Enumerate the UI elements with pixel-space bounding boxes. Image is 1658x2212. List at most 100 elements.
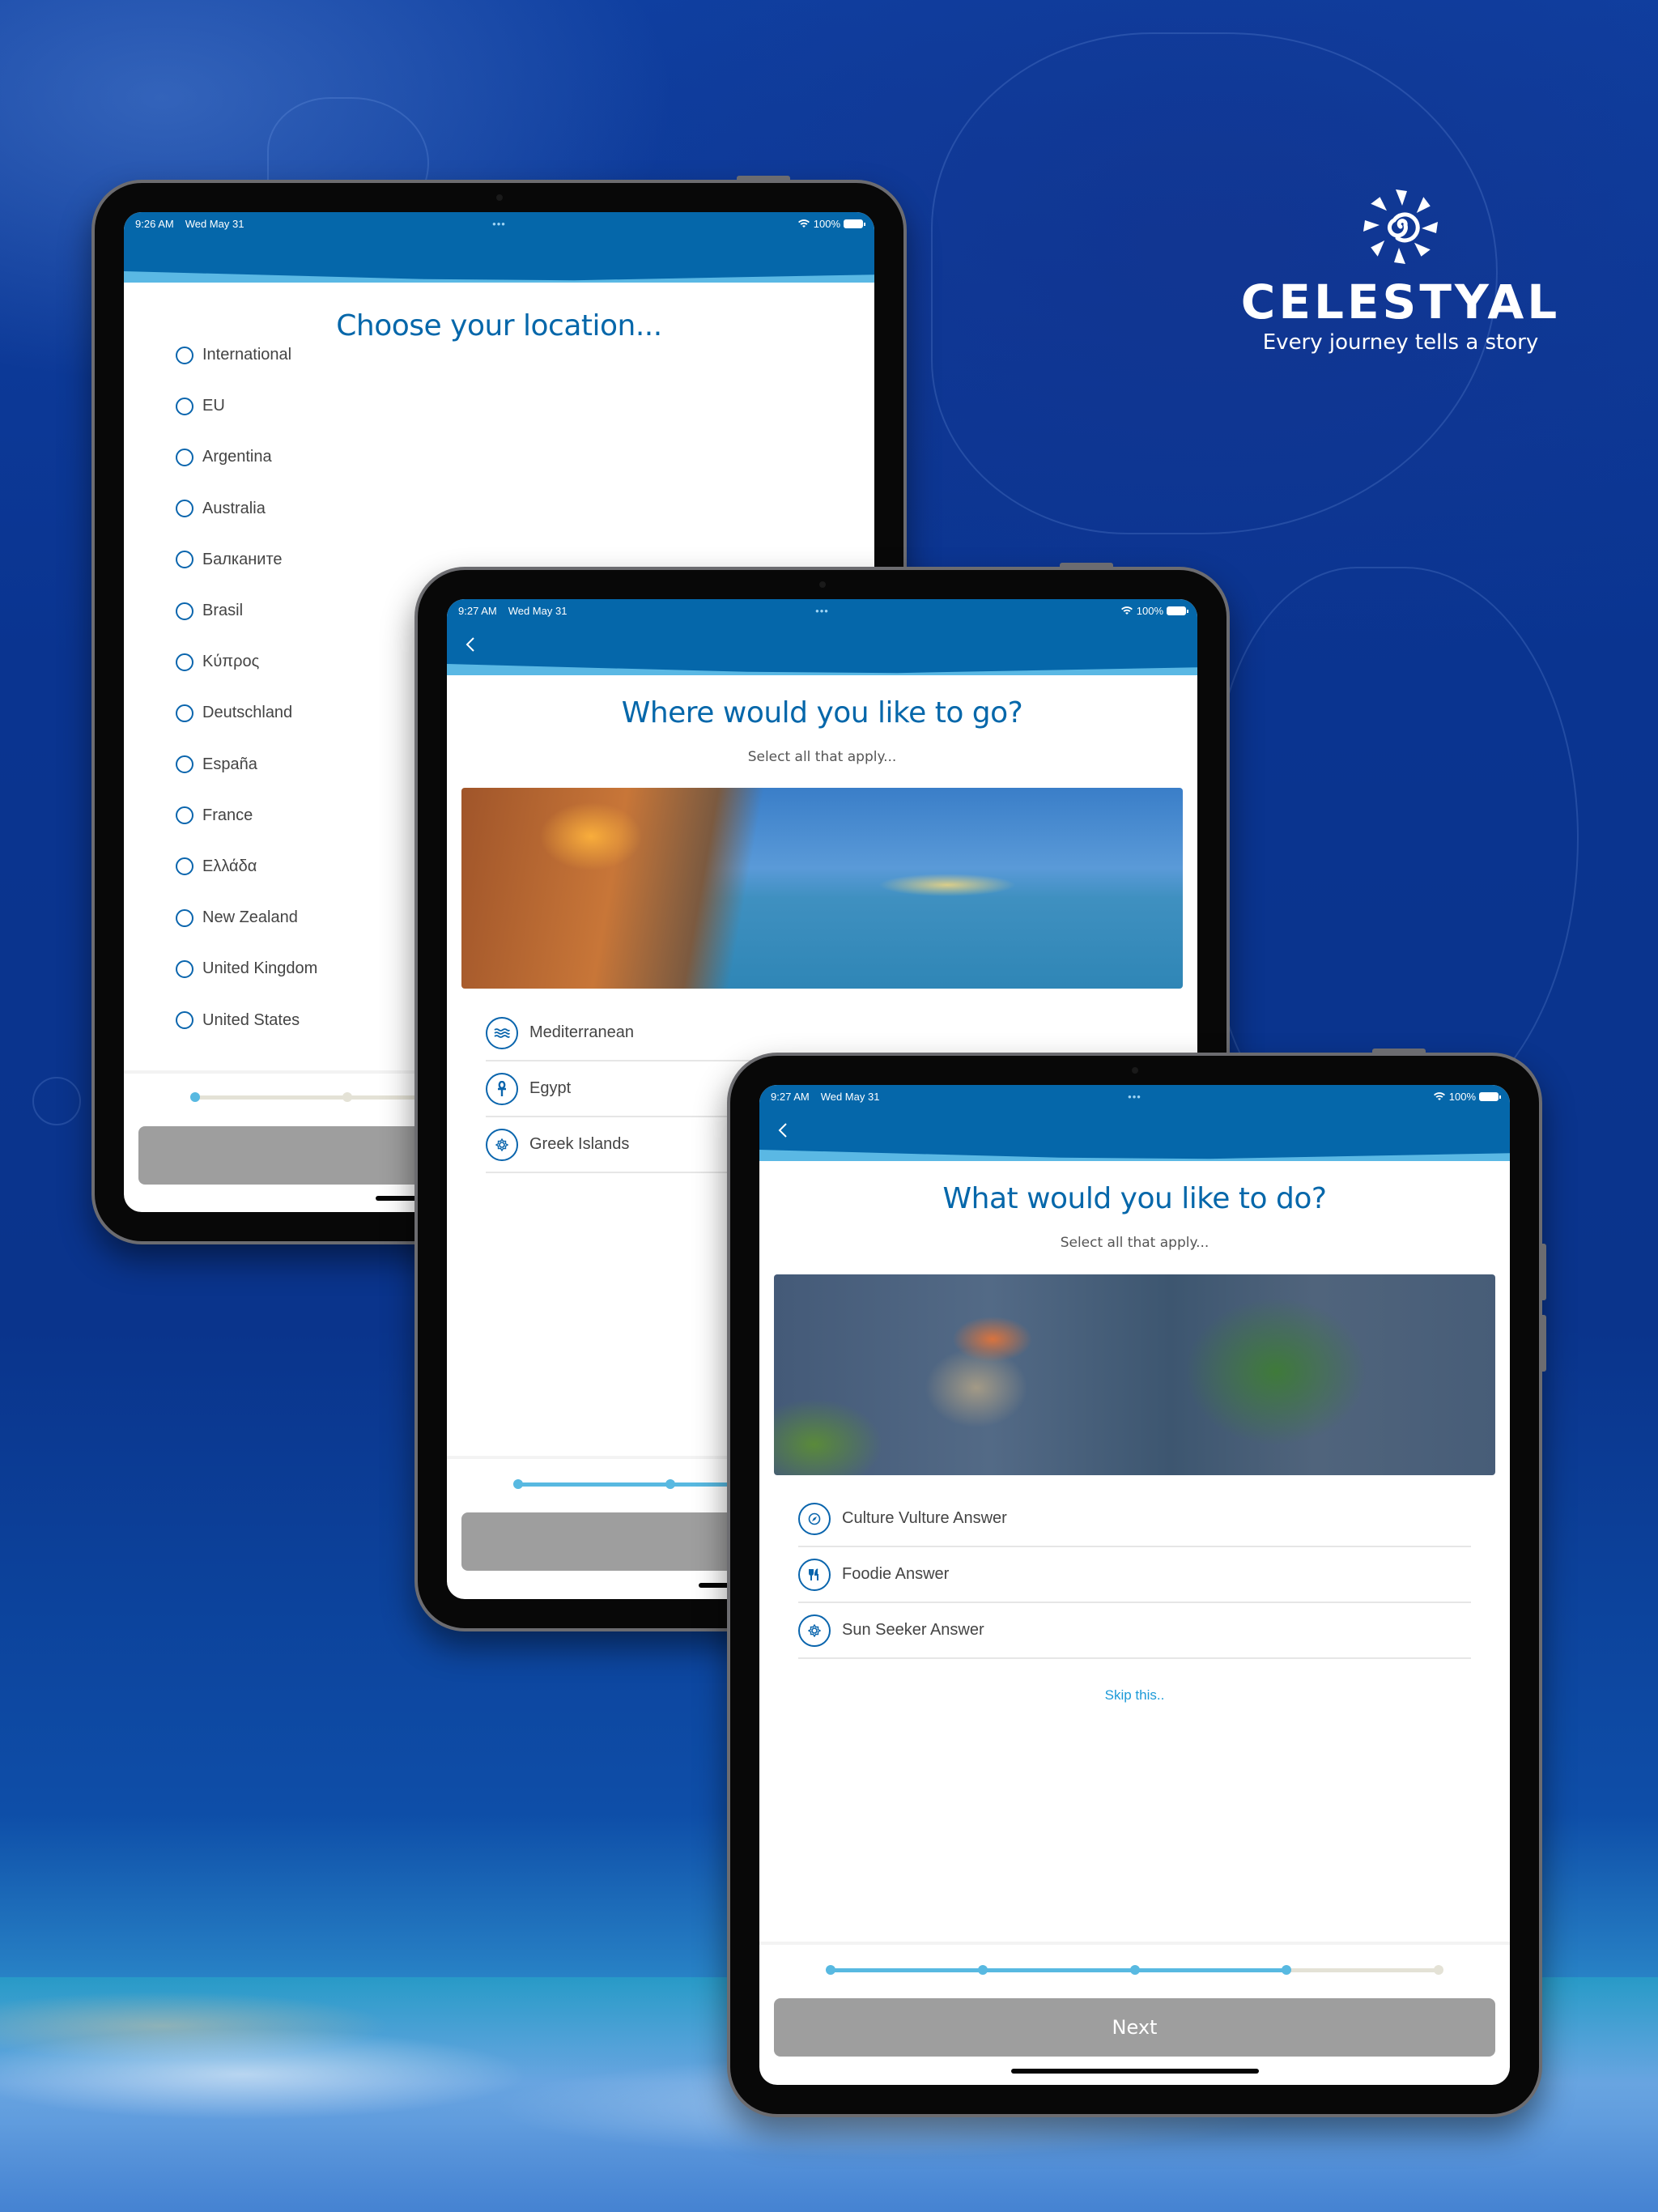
option-label: New Zealand (202, 908, 298, 927)
radio-button[interactable] (176, 959, 193, 978)
progress-step-dot (342, 1092, 352, 1102)
option-label: Mediterranean (529, 1023, 634, 1041)
radio-button[interactable] (176, 500, 193, 518)
radio-button[interactable] (176, 602, 193, 620)
home-indicator[interactable] (1010, 2069, 1259, 2074)
option-label: Балканите (202, 550, 283, 568)
radio-button[interactable] (176, 551, 193, 569)
option-label: United States (202, 1010, 300, 1029)
compass-icon (798, 1502, 831, 1535)
location-option[interactable]: France (176, 790, 317, 841)
option-label: Deutschland (202, 704, 293, 722)
status-date: Wed May 31 (820, 1090, 880, 1103)
volume-up-button (1541, 1244, 1546, 1300)
page-title: Where would you like to go? (621, 696, 1023, 730)
app-header: 9:27 AM Wed May 31 ••• 100% (759, 1085, 1510, 1159)
location-option[interactable]: Ελλάδα (176, 841, 317, 892)
location-option[interactable]: Балканите (176, 534, 317, 585)
option-label: España (202, 755, 257, 773)
status-bar: 9:26 AM Wed May 31 ••• 100% (135, 215, 865, 232)
battery-percent: 100% (1448, 1090, 1476, 1103)
wifi-icon (1120, 606, 1133, 615)
option-label: United Kingdom (202, 959, 318, 978)
option-label: Greek Islands (529, 1135, 630, 1153)
option-label: International (202, 346, 292, 364)
progress-stepper (826, 1965, 1443, 1975)
status-time: 9:27 AM (458, 604, 497, 617)
location-option[interactable]: United Kingdom (176, 943, 317, 994)
sun-icon (486, 1128, 518, 1161)
next-button[interactable]: Next (774, 1998, 1495, 2057)
activity-options: Culture Vulture Answer Foodie Answer Sun… (798, 1491, 1471, 1659)
battery-percent: 100% (1136, 604, 1163, 617)
brand-name: CELESTYAL (1240, 274, 1561, 330)
option-label: Egypt (529, 1079, 572, 1097)
progress-step-dot (977, 1965, 988, 1975)
multitask-dots-icon[interactable]: ••• (815, 605, 829, 617)
battery-icon (844, 219, 865, 228)
option-label: Brasil (202, 602, 244, 620)
front-camera (495, 194, 503, 201)
location-option[interactable]: España (176, 739, 317, 790)
brand-logo: CELESTYAL Every journey tells a story (1239, 186, 1562, 355)
ankh-icon (486, 1072, 518, 1105)
radio-button[interactable] (176, 755, 193, 774)
radio-button[interactable] (176, 653, 193, 671)
location-option[interactable]: EU (176, 381, 317, 432)
location-option[interactable]: Deutschland (176, 687, 317, 738)
location-list: International EU Argentina Australia Бал… (176, 330, 317, 1046)
monastery-photo (774, 1274, 1495, 1475)
status-date: Wed May 31 (185, 217, 244, 230)
page-subtitle: Select all that apply... (1060, 1235, 1209, 1251)
app-header: 9:27 AM Wed May 31 ••• 100% (447, 599, 1197, 674)
multitask-dots-icon[interactable]: ••• (492, 218, 506, 230)
radio-button[interactable] (176, 448, 193, 466)
progress-step-dot (1129, 1965, 1140, 1975)
multitask-dots-icon[interactable]: ••• (1128, 1091, 1141, 1103)
progress-step-dot (665, 1479, 675, 1489)
option-row[interactable]: Foodie Answer (798, 1547, 1471, 1603)
back-chevron-icon[interactable] (774, 1121, 793, 1140)
radio-button[interactable] (176, 704, 193, 722)
progress-step-dot (826, 1965, 835, 1975)
option-label: Ελλάδα (202, 857, 257, 875)
back-chevron-icon[interactable] (461, 635, 481, 654)
front-camera (1131, 1067, 1138, 1074)
volume-down-button (1541, 1315, 1546, 1372)
status-time: 9:27 AM (771, 1090, 810, 1103)
location-option[interactable]: Κύπρος (176, 636, 317, 687)
option-label: Australia (202, 499, 266, 517)
location-option[interactable]: United States (176, 994, 317, 1045)
battery-percent: 100% (813, 217, 840, 230)
brand-tagline: Every journey tells a story (1262, 330, 1539, 355)
option-label: Argentina (202, 448, 272, 466)
skip-link[interactable]: Skip this.. (759, 1687, 1510, 1704)
radio-button[interactable] (176, 397, 193, 415)
status-time: 9:26 AM (135, 217, 174, 230)
radio-button[interactable] (176, 346, 193, 364)
sun-icon (798, 1614, 831, 1647)
page-subtitle: Select all that apply... (747, 749, 897, 765)
radio-button[interactable] (176, 857, 193, 876)
progress-step-dot (1282, 1965, 1292, 1975)
option-row[interactable]: Sun Seeker Answer (798, 1603, 1471, 1659)
status-bar: 9:27 AM Wed May 31 ••• 100% (771, 1088, 1501, 1104)
location-option[interactable]: International (176, 330, 317, 381)
radio-button[interactable] (176, 908, 193, 927)
status-bar: 9:27 AM Wed May 31 ••• 100% (458, 602, 1188, 619)
location-option[interactable]: Australia (176, 483, 317, 534)
radio-button[interactable] (176, 806, 193, 825)
front-camera (818, 581, 826, 588)
location-option[interactable]: New Zealand (176, 892, 317, 943)
battery-icon (1167, 606, 1188, 615)
option-row[interactable]: Culture Vulture Answer (798, 1491, 1471, 1547)
map-contour (32, 1077, 81, 1125)
radio-button[interactable] (176, 1011, 193, 1030)
location-option[interactable]: Argentina (176, 432, 317, 483)
power-button (737, 176, 790, 181)
screen: 9:27 AM Wed May 31 ••• 100% What would y… (759, 1085, 1510, 2085)
app-header: 9:26 AM Wed May 31 ••• 100% (124, 212, 874, 281)
battery-icon (1479, 1091, 1501, 1101)
celestyal-sun-icon (1363, 189, 1438, 264)
location-option[interactable]: Brasil (176, 585, 317, 636)
